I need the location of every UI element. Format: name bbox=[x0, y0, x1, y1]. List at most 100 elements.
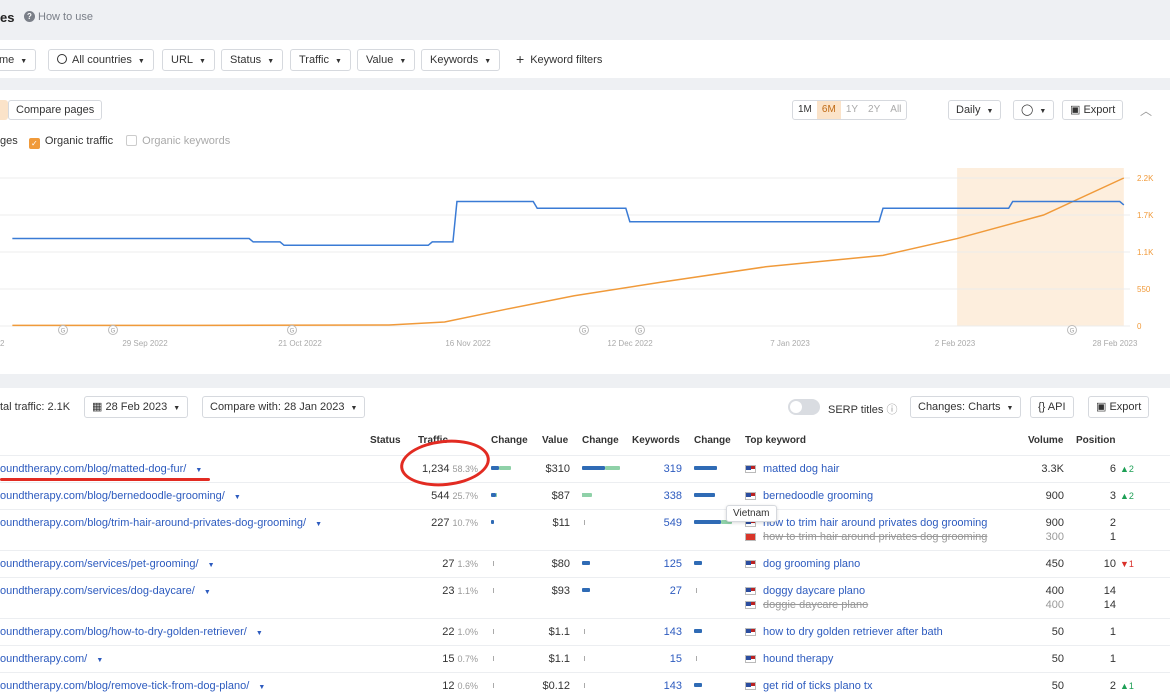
top-keyword-link[interactable]: doggie daycare plano bbox=[763, 599, 868, 611]
table-export-button[interactable]: ▣ Export bbox=[1088, 396, 1150, 418]
value-filter[interactable]: Value ▼ bbox=[357, 49, 416, 71]
keywords-count-link[interactable]: 338 bbox=[664, 490, 682, 502]
top-keyword-link[interactable]: dog grooming plano bbox=[763, 558, 860, 570]
info-icon[interactable]: ⓘ bbox=[887, 404, 898, 416]
volume-cell: 400 bbox=[1045, 585, 1064, 597]
page-url-link[interactable]: oundtherapy.com/blog/trim-hair-around-pr… bbox=[0, 517, 322, 529]
api-button[interactable]: {} API bbox=[1030, 396, 1074, 418]
changes-dropdown[interactable]: Changes: Charts ▼ bbox=[910, 396, 1022, 418]
keywords-filter[interactable]: Keywords ▼ bbox=[421, 49, 501, 71]
col-position[interactable]: Position bbox=[1076, 435, 1115, 446]
countries-filter[interactable]: All countries ▼ bbox=[48, 49, 154, 71]
traffic-number: 23 bbox=[442, 585, 455, 597]
value-cell: $80 bbox=[551, 558, 570, 570]
page-url: oundtherapy.com/blog/bernedoodle-groomin… bbox=[0, 490, 225, 502]
mode-filter[interactable]: me ▼ bbox=[0, 49, 37, 71]
country-tooltip: Vietnam bbox=[726, 505, 777, 522]
top-keyword-link[interactable]: get rid of ticks plano tx bbox=[763, 680, 872, 692]
keywords-count-link[interactable]: 549 bbox=[664, 517, 682, 529]
keywords-change-bar bbox=[694, 466, 717, 470]
keywords-change-bar bbox=[694, 629, 702, 633]
keywords-count-link[interactable]: 15 bbox=[670, 653, 682, 665]
col-value-change[interactable]: Change bbox=[582, 435, 619, 446]
chart-panel: Compare pages 1M 6M 1Y 2Y All Daily ▼ ◯ ▼ … bbox=[0, 90, 1170, 374]
date-label: 28 Feb 2023 bbox=[105, 401, 168, 413]
keywords-count-link[interactable]: 143 bbox=[664, 680, 682, 692]
y-tick-label: 550 bbox=[1137, 285, 1151, 294]
col-value[interactable]: Value bbox=[542, 435, 568, 446]
country-flag-icon bbox=[745, 465, 756, 473]
position-cell: 2 bbox=[1109, 680, 1116, 692]
compare-with-dropdown[interactable]: Compare with: 28 Jan 2023 ▼ bbox=[202, 396, 366, 418]
keywords-count-link[interactable]: 125 bbox=[664, 558, 682, 570]
position-cell: 1 bbox=[1109, 531, 1116, 543]
page-url-link[interactable]: oundtherapy.com/blog/matted-dog-fur/ ▼ bbox=[0, 463, 202, 475]
chevron-down-icon: ▼ bbox=[173, 405, 181, 412]
col-keywords-change[interactable]: Change bbox=[694, 435, 731, 446]
top-keyword-link[interactable]: how to trim hair around privates dog gro… bbox=[763, 531, 987, 543]
table-row: oundtherapy.com/services/pet-grooming/ ▼… bbox=[0, 550, 1170, 577]
top-bar: es ? How to use bbox=[0, 0, 1170, 36]
country-flag-icon bbox=[745, 492, 756, 500]
top-keyword-link[interactable]: matted dog hair bbox=[763, 463, 839, 475]
position-cell: 2 bbox=[1109, 517, 1116, 529]
chevron-down-icon: ▼ bbox=[315, 521, 323, 528]
top-keyword-link[interactable]: hound therapy bbox=[763, 653, 833, 665]
code-icon: {} bbox=[1038, 401, 1048, 413]
mode-filter-label: me bbox=[0, 54, 15, 66]
help-icon[interactable]: ? bbox=[24, 11, 35, 22]
value-cell: $1.1 bbox=[548, 653, 570, 665]
top-keyword-link[interactable]: how to trim hair around privates dog gro… bbox=[763, 517, 987, 529]
how-to-use-link[interactable]: How to use bbox=[38, 11, 93, 23]
top-keyword-link[interactable]: how to dry golden retriever after bath bbox=[763, 626, 943, 638]
page-url-link[interactable]: oundtherapy.com/blog/bernedoodle-groomin… bbox=[0, 490, 241, 502]
top-keyword-link[interactable]: bernedoodle grooming bbox=[763, 490, 873, 502]
traffic-value: 22 1.0% bbox=[442, 626, 478, 638]
table-row: oundtherapy.com/services/dog-daycare/ ▼ 2… bbox=[0, 577, 1170, 618]
keywords-count-link[interactable]: 319 bbox=[664, 463, 682, 475]
volume-cell: 900 bbox=[1045, 490, 1064, 502]
page-url-link[interactable]: oundtherapy.com/ ▼ bbox=[0, 653, 103, 665]
page-url-link[interactable]: oundtherapy.com/services/dog-daycare/ ▼ bbox=[0, 585, 211, 597]
status-filter[interactable]: Status ▼ bbox=[221, 49, 284, 71]
serp-titles-toggle[interactable] bbox=[788, 399, 820, 415]
keywords-count-link[interactable]: 27 bbox=[670, 585, 682, 597]
col-status[interactable]: Status bbox=[370, 435, 401, 446]
traffic-number: 544 bbox=[431, 490, 450, 502]
position-change: ▼1 bbox=[1120, 559, 1134, 569]
col-traffic-change[interactable]: Change bbox=[491, 435, 528, 446]
chevron-down-icon: ▼ bbox=[258, 684, 266, 691]
traffic-filter-label: Traffic bbox=[299, 54, 329, 66]
traffic-number: 227 bbox=[431, 517, 450, 529]
url-filter[interactable]: URL ▼ bbox=[162, 49, 215, 71]
top-keyword-link[interactable]: doggy daycare plano bbox=[763, 585, 865, 597]
keywords-count-link[interactable]: 143 bbox=[664, 626, 682, 638]
traffic-value: 15 0.7% bbox=[442, 653, 478, 665]
page-url-link[interactable]: oundtherapy.com/blog/remove-tick-from-do… bbox=[0, 680, 265, 692]
y-tick-label: 1.7K bbox=[1137, 211, 1154, 220]
x-tick-label: 12 Dec 2022 bbox=[607, 339, 653, 348]
annotation-underline bbox=[0, 478, 210, 481]
traffic-filter[interactable]: Traffic ▼ bbox=[290, 49, 351, 71]
table-row: oundtherapy.com/ ▼ 15 0.7% $1.1 15 hound ther… bbox=[0, 645, 1170, 672]
x-tick-label: 2 bbox=[0, 339, 5, 348]
x-tick-label: 2 Feb 2023 bbox=[935, 339, 976, 348]
position-cell: 1 bbox=[1109, 653, 1116, 665]
chevron-down-icon: ▼ bbox=[350, 405, 358, 412]
page-url: oundtherapy.com/blog/how-to-dry-golden-r… bbox=[0, 626, 247, 638]
col-top-keyword[interactable]: Top keyword bbox=[745, 435, 806, 446]
google-update-marker-label: G bbox=[582, 329, 587, 335]
traffic-change-bar bbox=[493, 561, 494, 566]
page-title: es bbox=[0, 10, 15, 25]
value-cell: $11 bbox=[552, 517, 570, 529]
page-url-link[interactable]: oundtherapy.com/services/pet-grooming/ ▼ bbox=[0, 558, 215, 570]
date-picker[interactable]: ▦ 28 Feb 2023 ▼ bbox=[84, 396, 189, 418]
y-tick-label: 2.2K bbox=[1137, 174, 1154, 183]
keyword-filters-button[interactable]: + Keyword filters bbox=[516, 49, 602, 71]
traffic-number: 15 bbox=[442, 653, 455, 665]
page-url-link[interactable]: oundtherapy.com/blog/how-to-dry-golden-r… bbox=[0, 626, 263, 638]
keywords-change-bar bbox=[696, 588, 697, 593]
col-keywords[interactable]: Keywords bbox=[632, 435, 680, 446]
value-change-bar-secondary bbox=[604, 466, 620, 470]
col-volume[interactable]: Volume bbox=[1028, 435, 1063, 446]
